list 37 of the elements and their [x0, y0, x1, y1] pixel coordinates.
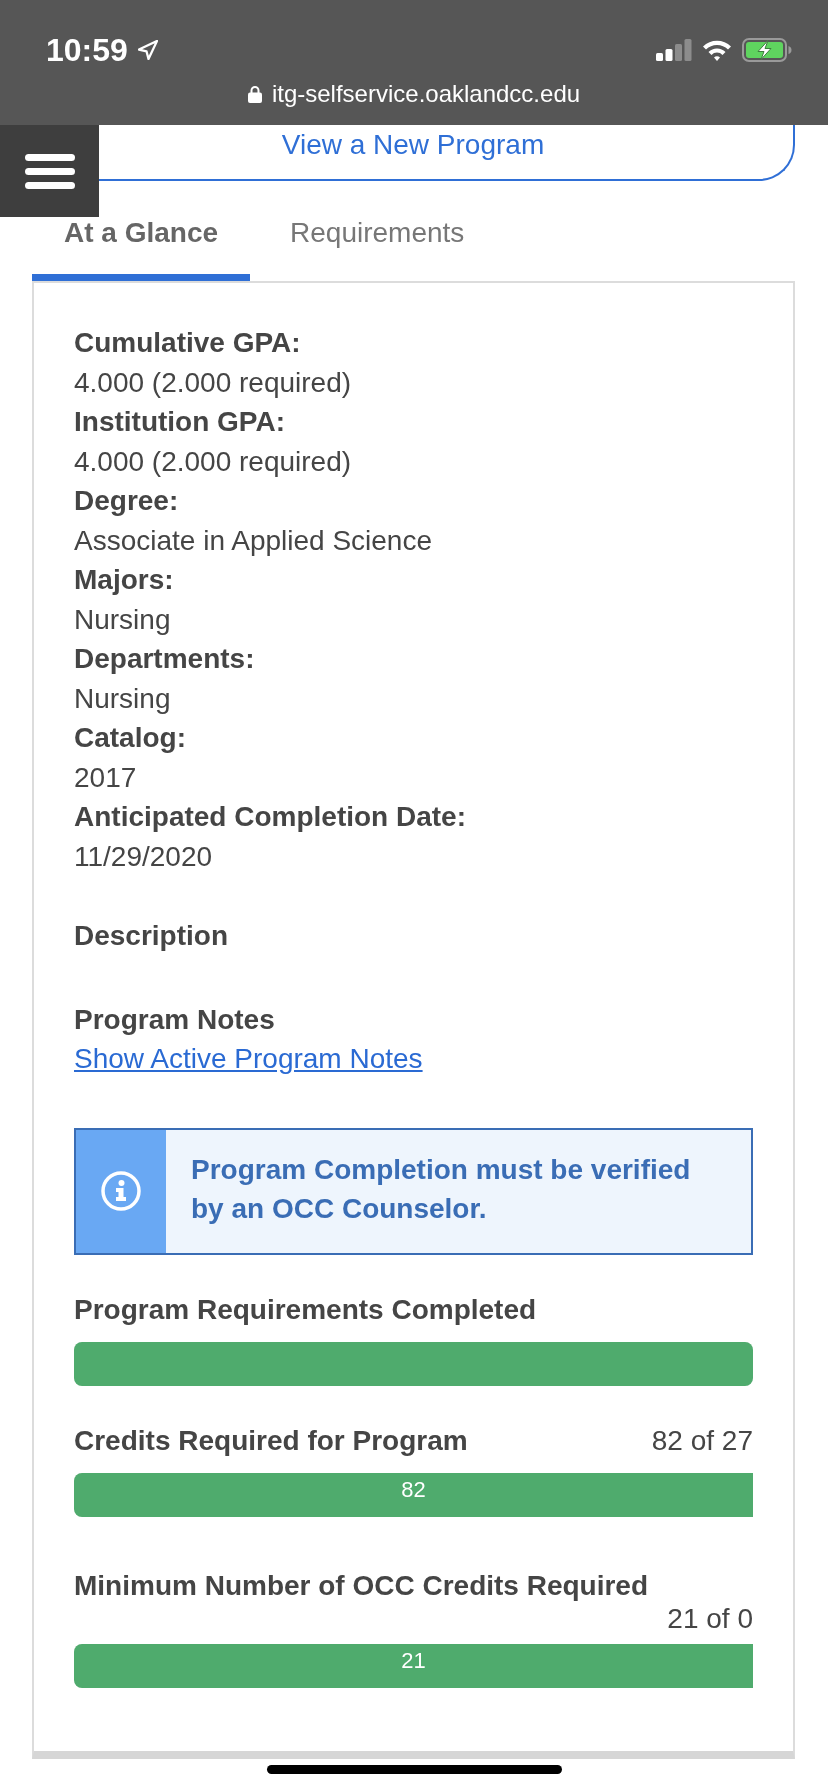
menu-icon	[24, 153, 75, 189]
signal-icon	[656, 39, 692, 61]
detail-label: Institution GPA:	[74, 405, 286, 439]
detail-label: Catalog:	[74, 721, 187, 755]
progress-title: Program Requirements Completed	[74, 1292, 537, 1327]
view-program-button[interactable]: View a New Program	[99, 125, 795, 181]
detail-value: Nursing	[74, 681, 172, 716]
progress-title: Minimum Number of OCC Credits Required	[74, 1568, 649, 1603]
progress-title: Credits Required for Program	[74, 1423, 468, 1458]
battery-icon	[742, 38, 792, 62]
lock-icon	[247, 85, 262, 103]
progress-reading: 82 of 27	[651, 1427, 753, 1454]
detail-value: 11/29/2020	[74, 839, 214, 874]
detail-label: Departments:	[74, 642, 256, 676]
info-icon	[101, 1171, 141, 1211]
menu-button[interactable]	[0, 125, 99, 217]
detail-value: Associate in Applied Science	[74, 523, 433, 558]
notes-link[interactable]: Show Active Program Notes	[74, 1039, 423, 1079]
detail-value: Nursing	[74, 602, 172, 637]
bar-value: 82	[401, 1475, 426, 1504]
progress-reading: 21 of 0	[667, 1605, 753, 1632]
detail-value: 4.000 (2.000 required)	[74, 444, 353, 479]
section-heading: Program Notes	[74, 1002, 276, 1037]
section-heading: Description	[74, 919, 230, 953]
url-text: itg-selfservice.oaklandcc.edu	[271, 79, 581, 109]
bar-value: 21	[401, 1646, 426, 1675]
detail-value: 4.000 (2.000 required)	[74, 365, 353, 400]
detail-label: Degree:	[74, 484, 180, 518]
detail-value: 2017	[74, 760, 138, 795]
detail-label: Majors:	[74, 563, 175, 597]
detail-label: Cumulative GPA:	[74, 326, 302, 360]
time-text: 10:59	[46, 31, 128, 70]
tab[interactable]: Requirements	[258, 181, 497, 281]
notice-text: Program Completion must be verified by an OCC Counselor.	[190, 1152, 692, 1226]
wifi-icon	[702, 39, 732, 61]
detail-label: Anticipated Completion Date:	[74, 800, 467, 834]
location-arrow-icon	[137, 40, 158, 60]
